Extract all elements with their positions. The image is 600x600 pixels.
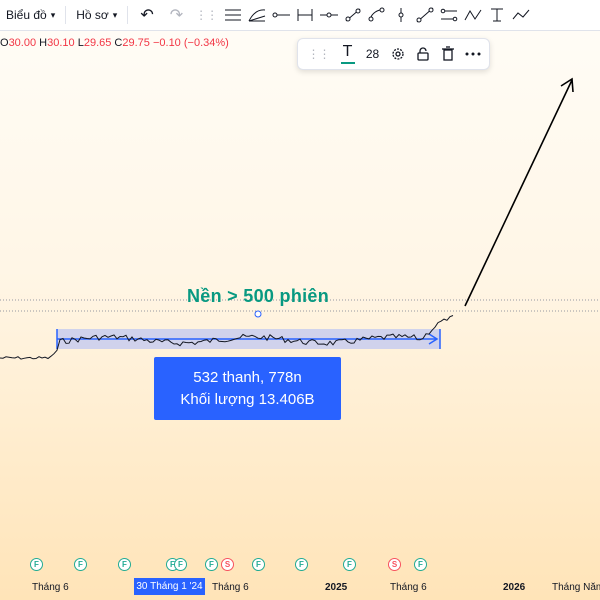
- event-financials-marker[interactable]: F: [343, 558, 356, 571]
- text-color-icon: T: [342, 43, 353, 60]
- cross-line-icon[interactable]: [317, 3, 341, 27]
- high-label: H: [39, 37, 48, 49]
- x-axis-label: 2026: [503, 582, 526, 593]
- x-axis-label: Tháng 6: [32, 582, 69, 593]
- high-value: 30.10: [47, 37, 75, 49]
- lock-icon[interactable]: [412, 41, 434, 67]
- bar-count-text: 532 thanh, 778n: [193, 369, 302, 386]
- x-axis-label: 2025: [325, 582, 348, 593]
- change-value: −0.10 (−0.34%): [152, 37, 229, 49]
- profile-menu-label: Hồ sơ: [76, 8, 109, 22]
- settings-gear-icon[interactable]: [387, 41, 409, 67]
- low-value: 29.65: [83, 37, 112, 49]
- close-value: 29.75: [122, 37, 150, 49]
- font-size-button[interactable]: 28: [362, 41, 384, 67]
- event-financials-marker[interactable]: F: [205, 558, 218, 571]
- text-color-button[interactable]: T: [337, 41, 359, 67]
- event-split-marker[interactable]: S: [388, 558, 401, 571]
- x-axis-label: Tháng Năm: [552, 582, 600, 593]
- ohlc-legend: O30.00 H30.10 L29.65 C29.75 −0.10 (−0.34…: [0, 37, 229, 49]
- path-icon[interactable]: [509, 3, 533, 27]
- date-range-icon[interactable]: [293, 3, 317, 27]
- delete-trash-icon[interactable]: [437, 41, 459, 67]
- horizontal-ray-icon[interactable]: [269, 3, 293, 27]
- parallel-channel-icon[interactable]: [437, 3, 461, 27]
- open-value: 30.00: [8, 37, 37, 49]
- drag-handle-icon[interactable]: ⋮⋮: [191, 8, 221, 22]
- top-toolbar: Biểu đồ ▾ Hồ sơ ▾ ↶ ↷ ⋮⋮: [0, 0, 600, 31]
- event-financials-marker[interactable]: F: [295, 558, 308, 571]
- text-cursor-icon[interactable]: [485, 3, 509, 27]
- toolbar-divider: [127, 6, 129, 24]
- projection-arrow-line: [464, 79, 573, 307]
- trend-line-icon[interactable]: [341, 3, 365, 27]
- fib-fan-icon[interactable]: [245, 3, 269, 27]
- annotation-title[interactable]: Nền > 500 phiên: [150, 286, 366, 307]
- chevron-down-icon: ▾: [50, 9, 56, 20]
- profile-menu-button[interactable]: Hồ sơ ▾: [70, 0, 123, 30]
- redo-icon[interactable]: ↷: [162, 5, 191, 25]
- horizontal-lines-icon[interactable]: [221, 3, 245, 27]
- drag-handle-icon[interactable]: ⋮⋮: [304, 47, 334, 61]
- open-label: O: [0, 37, 9, 49]
- x-axis-label: Tháng 6: [390, 582, 427, 593]
- undo-icon[interactable]: ↶: [132, 5, 161, 25]
- volume-text: Khối lượng 13.406B: [180, 391, 315, 408]
- trend-angle-icon[interactable]: [413, 3, 437, 27]
- x-axis-label: Tháng 6: [212, 582, 249, 593]
- event-financials-marker[interactable]: F: [174, 558, 187, 571]
- more-options-icon[interactable]: [462, 41, 484, 67]
- curve-icon[interactable]: [365, 3, 389, 27]
- chart-menu-button[interactable]: Biểu đồ ▾: [0, 0, 61, 30]
- chart-menu-label: Biểu đồ: [6, 8, 47, 22]
- date-range-info-box: 532 thanh, 778n Khối lượng 13.406B: [154, 357, 341, 420]
- text-anchor-handle: [254, 310, 262, 318]
- crosshair-date-label: 30 Tháng 1 '24: [134, 578, 205, 595]
- event-financials-marker[interactable]: F: [74, 558, 87, 571]
- event-split-marker[interactable]: S: [221, 558, 234, 571]
- vertical-line-icon[interactable]: [389, 3, 413, 27]
- toolbar-divider: [65, 6, 67, 24]
- event-financials-marker[interactable]: F: [30, 558, 43, 571]
- event-financials-marker[interactable]: F: [252, 558, 265, 571]
- event-financials-marker[interactable]: F: [414, 558, 427, 571]
- text-color-swatch: [340, 62, 355, 64]
- drawing-floating-toolbar: ⋮⋮ T 28: [297, 38, 490, 70]
- zigzag-icon[interactable]: [461, 3, 485, 27]
- chevron-down-icon: ▾: [112, 9, 118, 20]
- event-financials-marker[interactable]: F: [118, 558, 131, 571]
